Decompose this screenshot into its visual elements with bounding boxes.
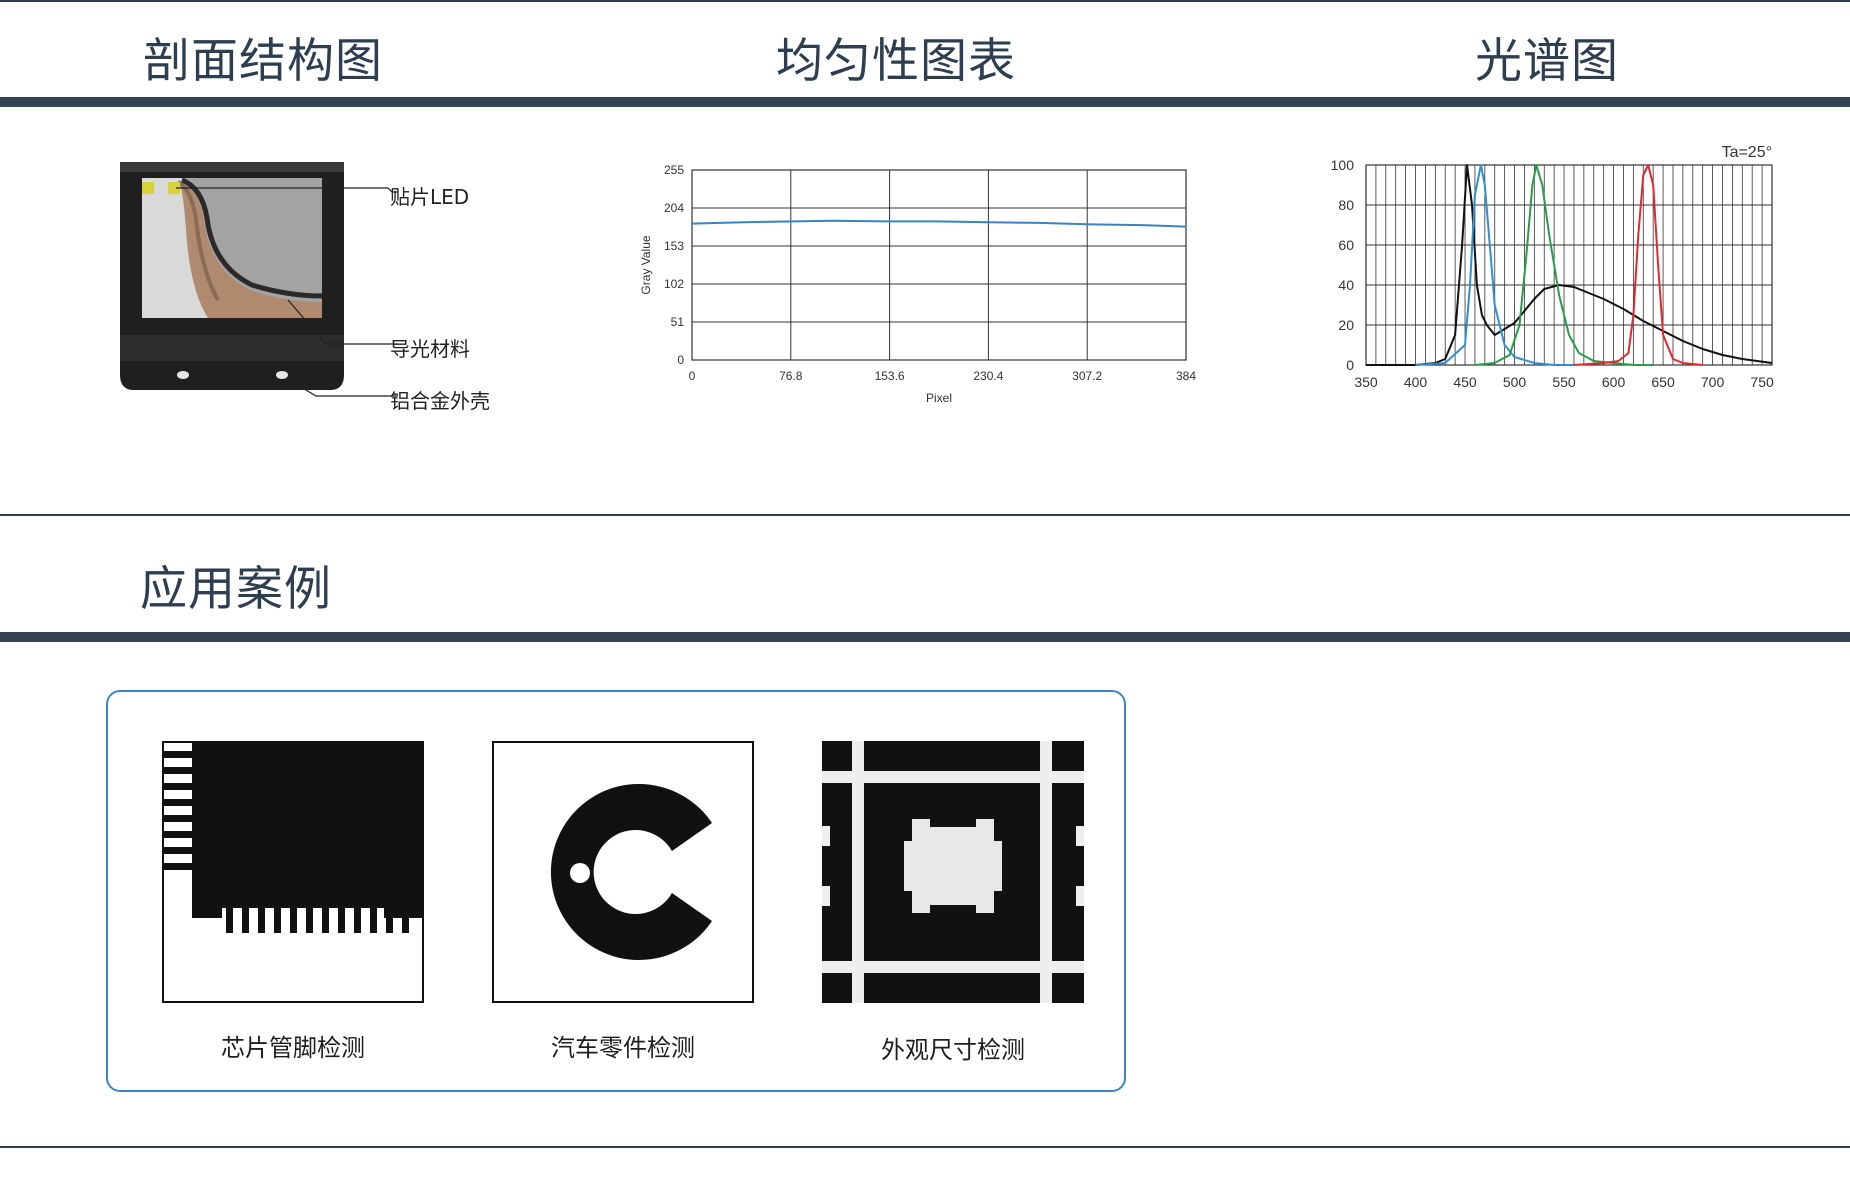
case-label-chip: 芯片管脚检测 <box>221 1034 365 1062</box>
y-axis-label: Gray Value <box>639 235 653 294</box>
chart-annotation: Ta=25° <box>1722 144 1772 161</box>
appearance-dimension-image <box>822 741 1084 1003</box>
y-tick-label: 0 <box>677 353 684 367</box>
x-tick-label: 400 <box>1404 374 1428 390</box>
x-tick-label: 307.2 <box>1072 369 1102 383</box>
y-tick-label: 80 <box>1338 197 1354 213</box>
x-tick-label: 550 <box>1552 374 1576 390</box>
x-tick-label: 350 <box>1354 374 1378 390</box>
y-tick-label: 20 <box>1338 317 1354 333</box>
section-divider <box>0 514 1850 516</box>
uniformity-chart: 0 76.8 153.6 230.4 307.2 384 0 51 102 153 204 255 Pi… <box>630 155 1210 415</box>
callout-housing: 铝合金外壳 <box>390 389 490 413</box>
case-image-chip <box>162 741 424 1003</box>
case-label-appearance: 外观尺寸检测 <box>881 1036 1025 1064</box>
chip-pins-image <box>164 743 422 933</box>
callout-led: 贴片LED <box>390 185 470 209</box>
y-tick-label: 153 <box>664 239 684 253</box>
uniformity-title: 均匀性图表 <box>776 34 1016 89</box>
cases-panel: 芯片管脚检测 汽车零件检测 外观尺寸检测 <box>106 690 1126 1092</box>
y-tick-label: 60 <box>1338 237 1354 253</box>
x-tick-label: 384 <box>1176 369 1196 383</box>
header-rule <box>0 97 1850 107</box>
series-line-3 <box>1573 164 1703 366</box>
spectrum-chart-svg: 350 400 450 500 550 600 650 700 750 0 20 40 60 80 100 T… <box>1331 144 1774 390</box>
x-tick-label: 500 <box>1503 374 1527 390</box>
x-tick-label: 153.6 <box>875 369 905 383</box>
x-tick-label: 750 <box>1750 374 1774 390</box>
y-tick-label: 0 <box>1346 357 1354 373</box>
y-tick-label: 40 <box>1338 277 1354 293</box>
y-tick-label: 102 <box>664 277 684 291</box>
x-tick-label: 600 <box>1602 374 1626 390</box>
x-tick-label: 650 <box>1651 374 1675 390</box>
bottom-rule <box>0 1146 1850 1148</box>
x-tick-label: 700 <box>1701 374 1725 390</box>
case-label-part: 汽车零件检测 <box>551 1034 695 1062</box>
x-tick-label: 230.4 <box>973 369 1003 383</box>
cases-title: 应用案例 <box>140 562 332 617</box>
y-tick-label: 204 <box>664 201 684 215</box>
plot-frame <box>691 169 1187 361</box>
c-ring-part-image <box>550 784 712 960</box>
cases-rule <box>0 632 1850 642</box>
callout-light-guide: 导光材料 <box>390 337 470 361</box>
spectrum-title: 光谱图 <box>1475 34 1619 89</box>
series-line-0 <box>691 219 1187 228</box>
structure-title: 剖面结构图 <box>143 34 383 89</box>
case-image-part <box>492 741 754 1003</box>
y-tick-label: 255 <box>664 163 684 177</box>
case-image-appearance <box>822 741 1084 1003</box>
uniformity-chart-svg: 0 76.8 153.6 230.4 307.2 384 0 51 102 153 204 255 Pi… <box>639 163 1196 405</box>
top-rule <box>0 0 1850 2</box>
x-tick-label: 76.8 <box>779 369 803 383</box>
y-tick-label: 51 <box>671 315 685 329</box>
x-tick-label: 0 <box>689 369 696 383</box>
x-tick-label: 450 <box>1453 374 1477 390</box>
y-tick-label: 100 <box>1331 157 1355 173</box>
spectrum-chart: 350 400 450 500 550 600 650 700 750 0 20 40 60 80 100 T… <box>1320 140 1780 400</box>
x-axis-label: Pixel <box>926 391 952 405</box>
